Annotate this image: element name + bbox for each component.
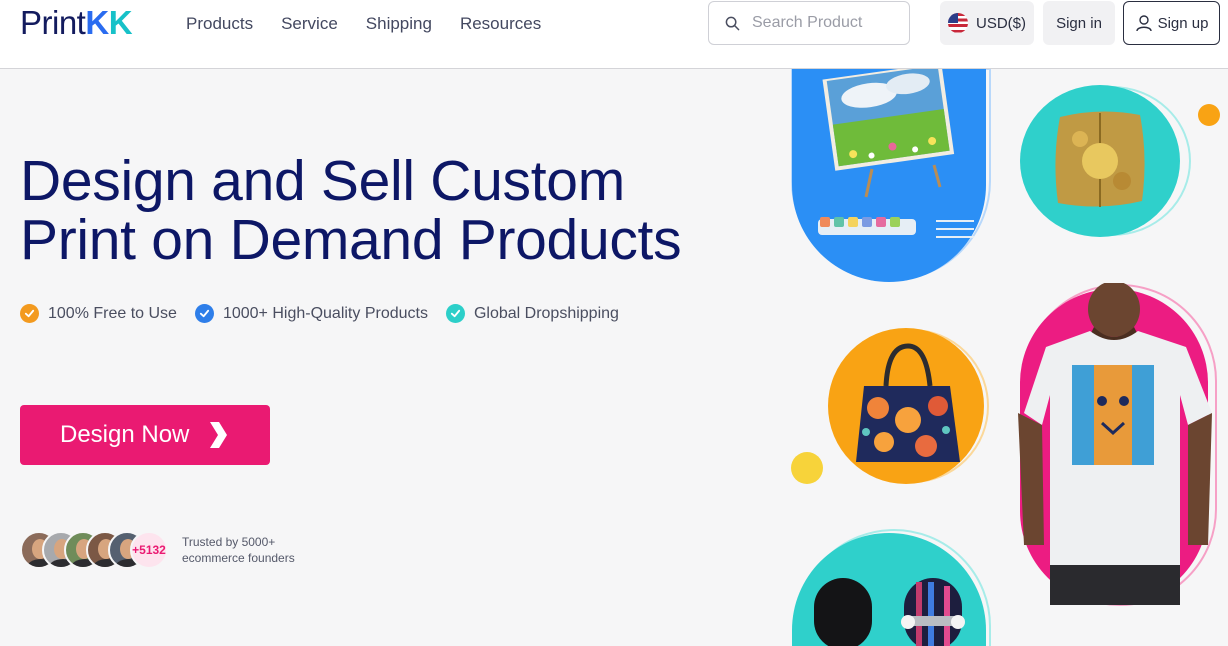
- sign-up-button[interactable]: Sign up: [1123, 1, 1220, 45]
- avatar-group: +5132: [20, 531, 168, 569]
- main-nav: Products Service Shipping Resources: [186, 13, 541, 35]
- feature-dropshipping: Global Dropshipping: [445, 304, 619, 323]
- tshirt-image: [1018, 283, 1217, 606]
- design-now-button[interactable]: Design Now: [20, 405, 270, 465]
- search-icon: [725, 16, 740, 30]
- skateboard-image: [792, 529, 991, 646]
- canvas-painting-image: [822, 69, 955, 171]
- nav-resources[interactable]: Resources: [460, 13, 541, 35]
- orange-dot: [1198, 104, 1220, 126]
- hero-title: Design and Sell Custom Print on Demand P…: [20, 152, 760, 270]
- check-icon: [445, 304, 465, 323]
- avatar-more-count: +5132: [130, 531, 168, 569]
- search-input[interactable]: [752, 14, 892, 32]
- search-box: [708, 1, 910, 45]
- handbag-image: [828, 328, 989, 484]
- user-icon: [1135, 15, 1152, 32]
- feature-label: Global Dropshipping: [473, 304, 619, 322]
- sign-up-label: Sign up: [1157, 14, 1209, 32]
- trust-line1: Trusted by 5000+: [182, 535, 276, 549]
- currency-label: USD($): [975, 14, 1026, 32]
- check-icon: [20, 304, 39, 323]
- feature-list: 100% Free to Use 1000+ High-Quality Prod…: [20, 304, 619, 323]
- top-header: Print K K Products Service Shipping Resour…: [0, 0, 1228, 69]
- hero-title-line2: Print on Demand Products: [20, 208, 682, 272]
- feature-label: 1000+ High-Quality Products: [222, 304, 428, 322]
- trust-line2: ecommerce founders: [182, 551, 295, 565]
- nav-shipping[interactable]: Shipping: [366, 13, 432, 35]
- design-now-label: Design Now: [60, 421, 190, 448]
- nav-products[interactable]: Products: [186, 13, 253, 35]
- feature-products: 1000+ High-Quality Products: [194, 304, 428, 323]
- trust-text: Trusted by 5000+ ecommerce founders: [182, 534, 295, 566]
- currency-selector[interactable]: USD($): [940, 1, 1034, 45]
- hero-title-line1: Design and Sell Custom: [20, 149, 625, 213]
- blue-canvas-panel: [791, 69, 991, 282]
- sign-in-button[interactable]: Sign in: [1043, 1, 1115, 45]
- chevron-right-icon: [210, 422, 228, 448]
- pillow-image: [1020, 85, 1191, 237]
- feature-free: 100% Free to Use: [20, 304, 177, 323]
- trust-badge: +5132 Trusted by 5000+ ecommerce founder…: [20, 531, 295, 569]
- yellow-dot: [791, 452, 823, 484]
- check-icon: [194, 304, 214, 323]
- feature-label: 100% Free to Use: [48, 304, 177, 322]
- nav-service[interactable]: Service: [281, 13, 338, 35]
- printkk-logo[interactable]: Print K K: [20, 4, 133, 42]
- us-flag-icon: [947, 13, 968, 33]
